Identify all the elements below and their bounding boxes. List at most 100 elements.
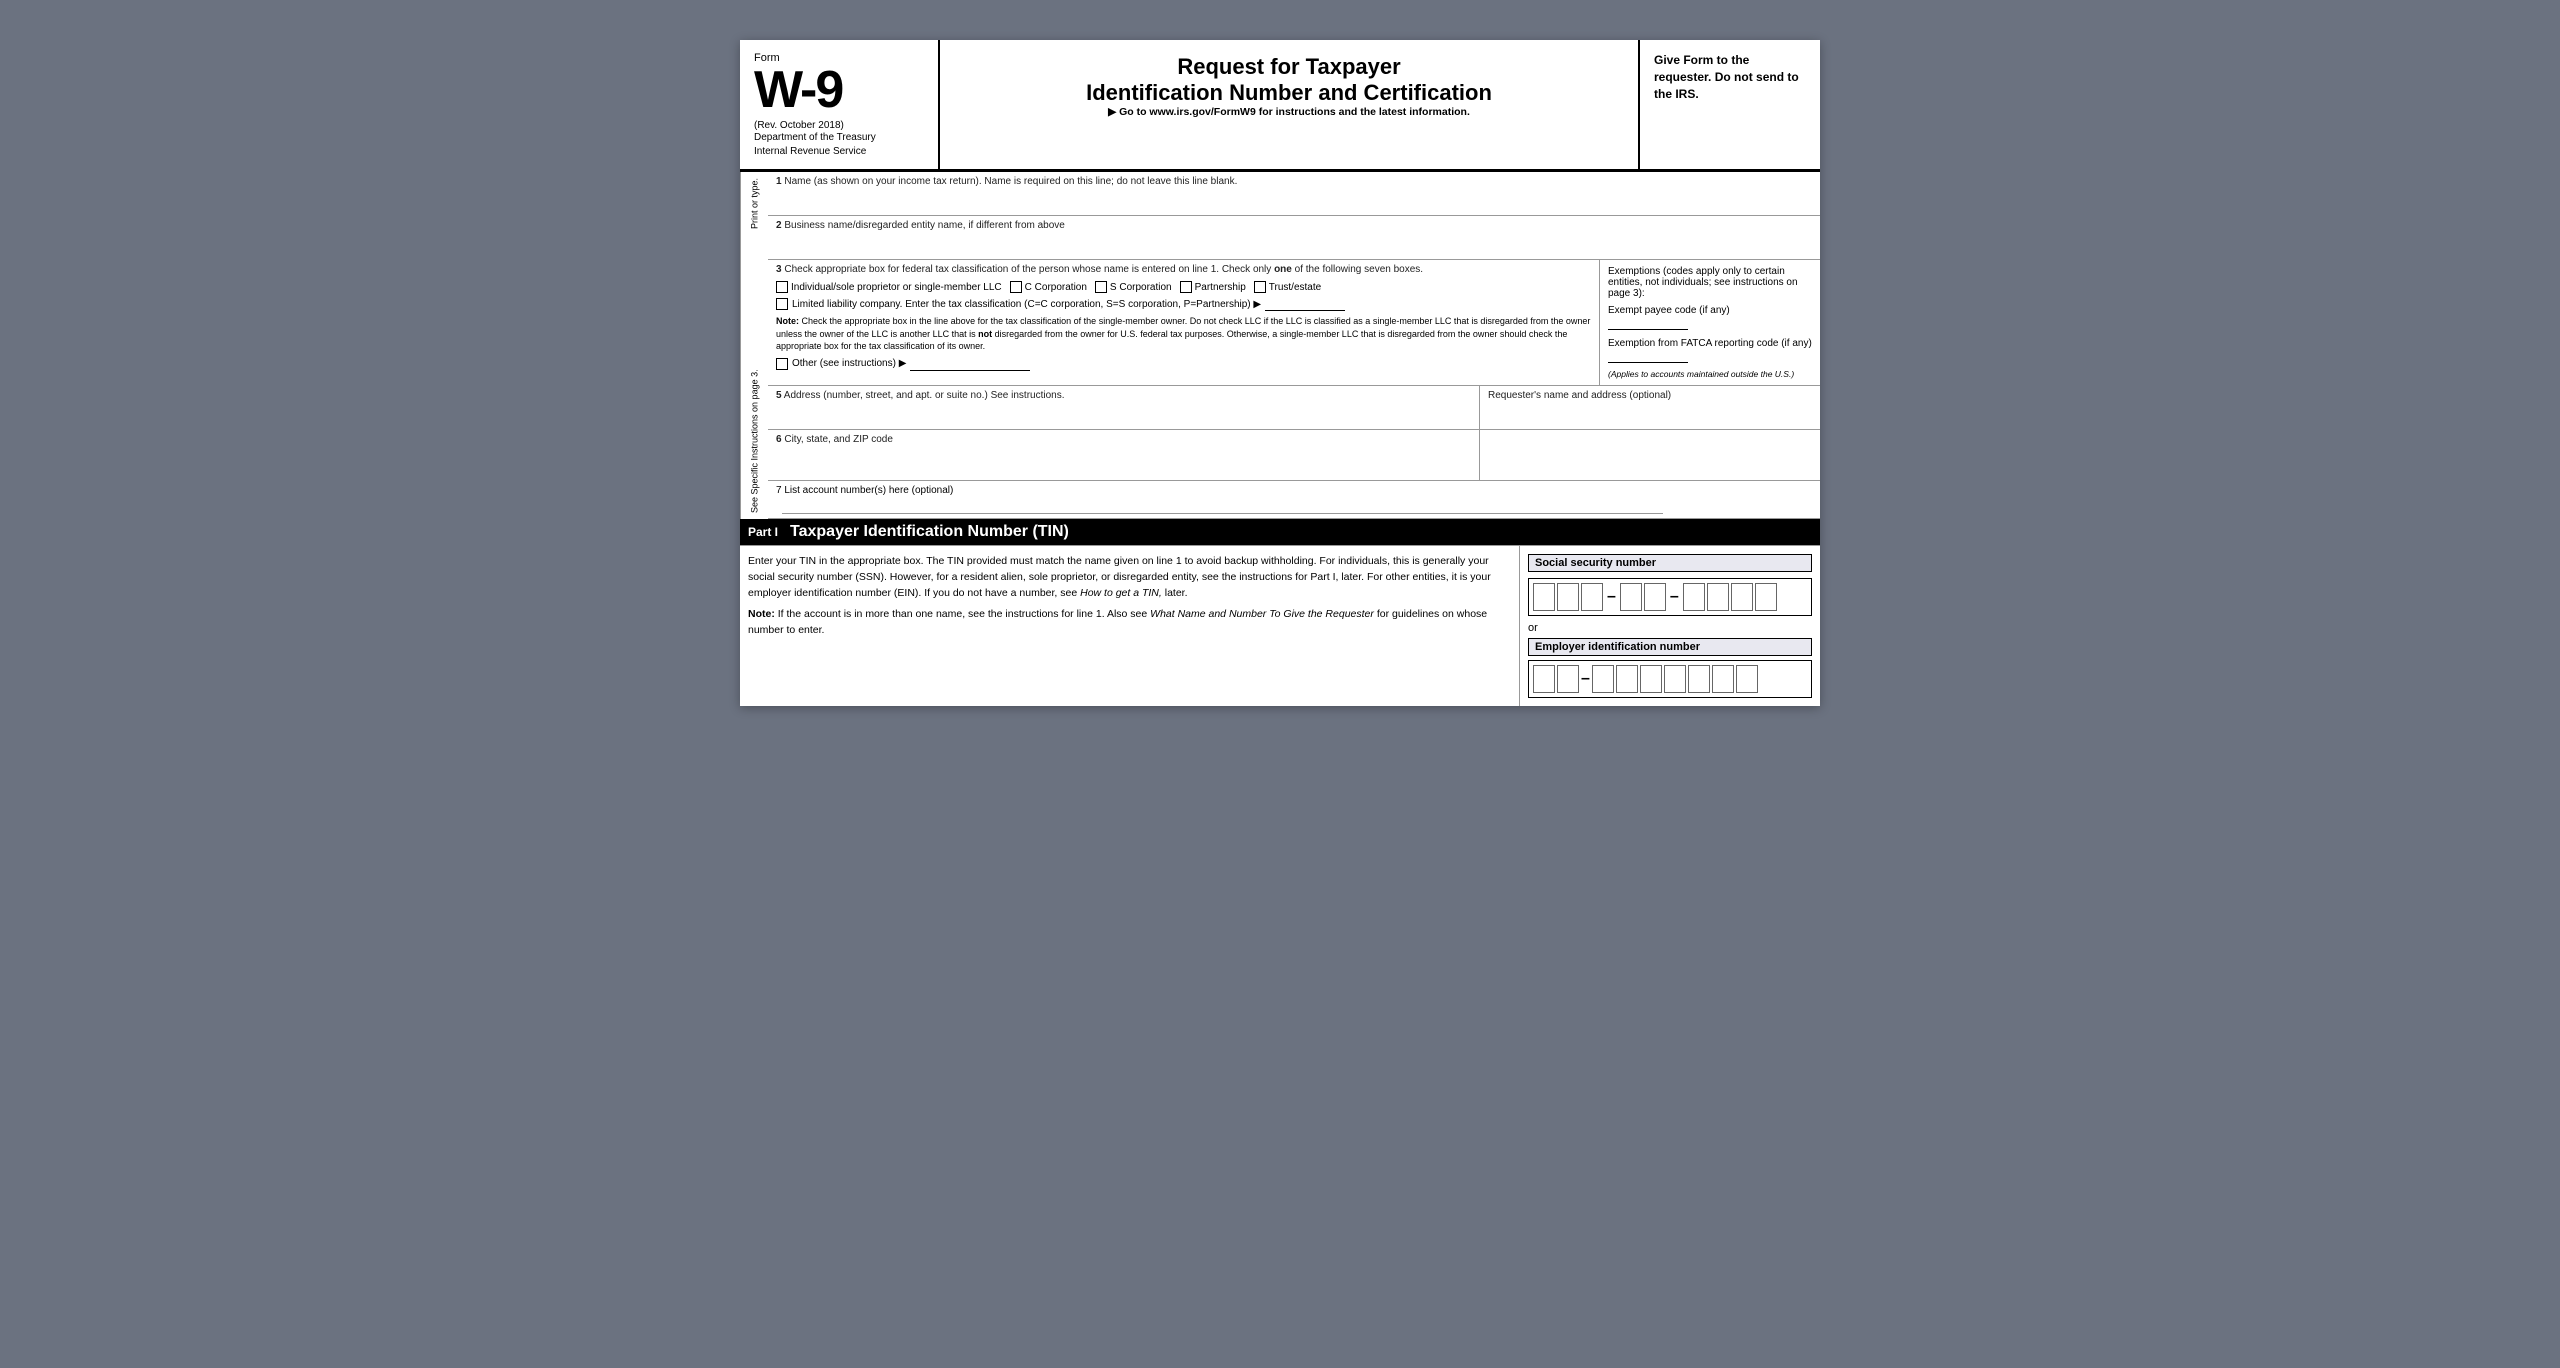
field-5-label: 5 Address (number, street, and apt. or s… <box>776 390 1471 401</box>
requester-label: Requester's name and address (optional) <box>1488 390 1812 401</box>
field-6-label: 6 City, state, and ZIP code <box>776 434 1471 445</box>
ein-digit-7[interactable] <box>1688 665 1710 693</box>
ein-digit-5[interactable] <box>1640 665 1662 693</box>
ein-digit-2[interactable] <box>1557 665 1579 693</box>
row4-exemptions: Exemptions (codes apply only to certain … <box>1600 260 1820 385</box>
requester-address-input[interactable] <box>1488 434 1812 476</box>
address-left: 5 Address (number, street, and apt. or s… <box>768 386 1480 429</box>
applies-text: (Applies to accounts maintained outside … <box>1608 369 1812 379</box>
exempt-payee-input[interactable] <box>1608 316 1688 330</box>
field-1-input[interactable] <box>776 189 1812 211</box>
ssn-digit-1[interactable] <box>1533 583 1555 611</box>
field-5-input[interactable] <box>776 403 1471 425</box>
requester-input[interactable] <box>1488 403 1812 425</box>
ein-digit-9[interactable] <box>1736 665 1758 693</box>
field-7-input[interactable] <box>782 496 1663 514</box>
ein-digit-6[interactable] <box>1664 665 1686 693</box>
field-2-row: 2 Business name/disregarded entity name,… <box>768 216 1820 260</box>
row3-container: 3 Check appropriate box for federal tax … <box>768 260 1820 386</box>
field-2-input[interactable] <box>776 233 1812 255</box>
ssn-dash-2: – <box>1670 588 1679 606</box>
city-container: 6 City, state, and ZIP code <box>768 430 1820 481</box>
individual-checkbox-box[interactable] <box>776 281 788 293</box>
s-corp-checkbox-box[interactable] <box>1095 281 1107 293</box>
field-1-input-area[interactable] <box>776 189 1812 211</box>
part1-right: Social security number – – <box>1520 546 1820 706</box>
form-header: Form W-9 (Rev. October 2018) Department … <box>740 40 1820 172</box>
form-dept1: Department of the Treasury <box>754 131 924 145</box>
checkbox-trust[interactable]: Trust/estate <box>1254 281 1321 293</box>
llc-row: Limited liability company. Enter the tax… <box>776 297 1591 311</box>
ein-digit-8[interactable] <box>1712 665 1734 693</box>
form-title1: Request for TaxpayerIdentification Numbe… <box>960 54 1618 106</box>
ssn-digit-9[interactable] <box>1755 583 1777 611</box>
note-text-3: Note: Check the appropriate box in the l… <box>776 315 1591 353</box>
other-row: Other (see instructions) ▶ <box>776 357 1591 371</box>
field-1-label: 1 Name (as shown on your income tax retu… <box>776 176 1812 187</box>
other-checkbox-box[interactable] <box>776 358 788 370</box>
ein-digit-3[interactable] <box>1592 665 1614 693</box>
ssn-digit-4[interactable] <box>1620 583 1642 611</box>
trust-checkbox-box[interactable] <box>1254 281 1266 293</box>
ssn-digit-8[interactable] <box>1731 583 1753 611</box>
part1-header: Part I Taxpayer Identification Number (T… <box>740 519 1820 545</box>
part1-label: Part I <box>748 525 778 539</box>
ssn-label: Social security number <box>1528 554 1812 572</box>
give-form-text: Give Form to the requester. Do not send … <box>1654 52 1806 102</box>
exemptions-label: Exemptions (codes apply only to certain … <box>1608 266 1812 299</box>
checkbox-individual[interactable]: Individual/sole proprietor or single-mem… <box>776 281 1002 293</box>
city-left: 6 City, state, and ZIP code <box>768 430 1480 480</box>
goto-text: ▶ Go to www.irs.gov/FormW9 for instructi… <box>960 106 1618 118</box>
ein-digit-4[interactable] <box>1616 665 1638 693</box>
ssn-group1 <box>1533 583 1603 611</box>
header-left: Form W-9 (Rev. October 2018) Department … <box>740 40 940 169</box>
field-6-input[interactable] <box>776 447 1471 469</box>
ein-boxes: – <box>1528 660 1812 698</box>
form-dept2: Internal Revenue Service <box>754 145 924 159</box>
ssn-group3 <box>1683 583 1777 611</box>
fatca-input[interactable] <box>1608 349 1688 363</box>
llc-classification-input[interactable] <box>1265 297 1345 311</box>
header-right: Give Form to the requester. Do not send … <box>1640 40 1820 169</box>
checkbox-partnership[interactable]: Partnership <box>1180 281 1246 293</box>
field-1-row: 1 Name (as shown on your income tax retu… <box>768 172 1820 216</box>
form-w9-page: Form W-9 (Rev. October 2018) Department … <box>740 40 1820 706</box>
checkbox-c-corp[interactable]: C Corporation <box>1010 281 1087 293</box>
ssn-digit-2[interactable] <box>1557 583 1579 611</box>
ssn-digit-3[interactable] <box>1581 583 1603 611</box>
requester-field: Requester's name and address (optional) <box>1480 386 1820 429</box>
city-right <box>1480 430 1820 480</box>
form-number: W-9 <box>754 64 924 116</box>
row3-left: 3 Check appropriate box for federal tax … <box>768 260 1600 385</box>
exempt-payee-label: Exempt payee code (if any) <box>1608 305 1812 330</box>
part1-title: Taxpayer Identification Number (TIN) <box>790 523 1069 541</box>
part1-left: Enter your TIN in the appropriate box. T… <box>740 546 1520 706</box>
side-label: See Specific Instructions on page 3. Pri… <box>740 172 768 519</box>
ssn-digit-5[interactable] <box>1644 583 1666 611</box>
ein-dash: – <box>1581 670 1590 688</box>
llc-checkbox-box[interactable] <box>776 298 788 310</box>
field-3-label: 3 Check appropriate box for federal tax … <box>776 264 1591 275</box>
partnership-checkbox-box[interactable] <box>1180 281 1192 293</box>
other-input[interactable] <box>910 357 1030 371</box>
part1-note: Note: If the account is in more than one… <box>748 607 1511 639</box>
checkboxes-row: Individual/sole proprietor or single-mem… <box>776 281 1591 293</box>
address-container: 5 Address (number, street, and apt. or s… <box>768 386 1820 430</box>
part1-container: Enter your TIN in the appropriate box. T… <box>740 545 1820 706</box>
c-corp-checkbox-box[interactable] <box>1010 281 1022 293</box>
ssn-digit-6[interactable] <box>1683 583 1705 611</box>
form-body: See Specific Instructions on page 3. Pri… <box>740 172 1820 519</box>
ein-digit-1[interactable] <box>1533 665 1555 693</box>
ssn-boxes: – – <box>1528 578 1812 616</box>
ein-label: Employer identification number <box>1528 638 1812 656</box>
form-rev: (Rev. October 2018) <box>754 120 924 131</box>
ssn-dash-1: – <box>1607 588 1616 606</box>
ssn-digit-7[interactable] <box>1707 583 1729 611</box>
or-text: or <box>1528 622 1812 634</box>
checkbox-s-corp[interactable]: S Corporation <box>1095 281 1172 293</box>
fatca-label-wrapper: Exemption from FATCA reporting code (if … <box>1608 338 1812 363</box>
field-2-input-area[interactable] <box>776 233 1812 255</box>
form-fields: 1 Name (as shown on your income tax retu… <box>768 172 1820 519</box>
field-7-row: 7 List account number(s) here (optional) <box>768 481 1820 519</box>
header-center: Request for TaxpayerIdentification Numbe… <box>940 40 1640 169</box>
